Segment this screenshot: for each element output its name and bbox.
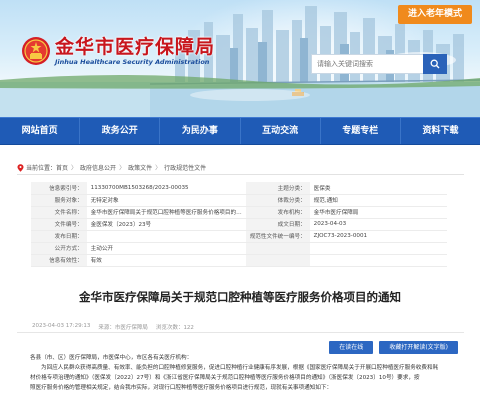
main-nav: 网站首页 政务公开 为民办事 互动交流 专题专栏 资料下载: [0, 117, 480, 145]
meta-value: 金医保发〔2023〕23号: [86, 218, 246, 231]
nav-interaction[interactable]: 互动交流: [241, 118, 321, 144]
document-metadata-table: 信息索引号： 11330700MB1503268/2023-00035 主题分类…: [31, 182, 447, 267]
breadcrumb-item-policy-docs[interactable]: 政策文件: [128, 163, 152, 172]
meta-label: 文件编号：: [31, 218, 87, 231]
body-paragraph: 为回应人民群众获得高质量、有效率、能负担的口腔种植修复服务，促进口腔种植行业健康…: [41, 365, 439, 371]
document-title: 金华市医疗保障局关于规范口腔种植等医疗服务价格项目的通知: [79, 290, 401, 304]
meta-value: [309, 254, 447, 267]
nav-government-affairs[interactable]: 政务公开: [80, 118, 161, 144]
site-logo[interactable]: 金华市医疗保障局 Jinhua Healthcare Security Admi…: [21, 36, 215, 66]
view-count: 浏览次数：122: [155, 325, 194, 331]
table-row: 服务对象： 无特定对象 体裁分类： 规范,通知: [31, 194, 447, 207]
meta-value: 2023-04-03: [309, 218, 447, 231]
page: 进入老年模式 金华市医疗保障局 Jinhua Healthcare Securi…: [0, 0, 480, 411]
breadcrumb: 当前位置： 首页 〉 政府信息公开 〉 政策文件 〉 行政规范性文件: [17, 163, 206, 172]
meta-value: [86, 230, 246, 243]
header-banner: 进入老年模式 金华市医疗保障局 Jinhua Healthcare Securi…: [0, 0, 480, 117]
meta-label: [245, 254, 310, 267]
site-subtitle: Jinhua Healthcare Security Administratio…: [55, 58, 210, 66]
meta-value: 有效: [86, 254, 246, 267]
meta-value: 医保类: [309, 182, 447, 195]
table-row: 文件名称： 金华市医疗保障局关于规范口腔种植等医疗服务价格项目的… 发布机构： …: [31, 206, 447, 219]
table-row: 文件编号： 金医保发〔2023〕23号 成文日期： 2023-04-03: [31, 218, 447, 231]
meta-value: [309, 242, 447, 255]
meta-value: 规范,通知: [309, 194, 447, 207]
search-input[interactable]: [312, 55, 412, 73]
body-paragraph: 材价格专项治理的通知》（医保发〔2022〕27号）和《浙江省医疗保障局关于规范口…: [30, 375, 420, 381]
body-paragraph: 照医疗服务价格的管理相关规定，结合我市实际，对现行口腔种植等医疗服务价格项目进行…: [30, 385, 333, 391]
meta-label: 发布日期：: [31, 230, 87, 243]
location-pin-icon: [17, 163, 24, 172]
nav-special-topics[interactable]: 专题专栏: [321, 118, 401, 144]
breadcrumb-item-normative-docs[interactable]: 行政规范性文件: [164, 163, 206, 172]
meta-label: 服务对象：: [31, 194, 87, 207]
meta-value: ZJOC73-2023-0001: [309, 230, 447, 243]
body-salutation: 各县（市、区）医疗保障局，市医保中心，市区各有关医疗机构：: [30, 355, 193, 361]
search-button[interactable]: [423, 54, 447, 74]
breadcrumb-prefix: 当前位置：: [26, 165, 57, 172]
search-icon: [430, 59, 440, 69]
site-title: 金华市医疗保障局: [55, 36, 216, 58]
meta-value: 主动公开: [86, 242, 246, 255]
elderly-mode-button[interactable]: 进入老年模式: [397, 5, 472, 24]
meta-label: 规范性文件统一编号：: [245, 230, 310, 243]
meta-label: 公开方式：: [31, 242, 87, 255]
breadcrumb-item-info-disclosure[interactable]: 政府信息公开: [80, 163, 116, 172]
nav-public-services[interactable]: 为民办事: [160, 118, 241, 144]
meta-value: 无特定对象: [86, 194, 246, 207]
meta-label: 成文日期：: [245, 218, 310, 231]
document-info: 2023-04-03 17:29:13 来源：市医疗保障局 浏览次数：122: [32, 323, 194, 331]
meta-label: 信息索引号：: [31, 182, 87, 195]
main-content: 当前位置： 首页 〉 政府信息公开 〉 政策文件 〉 行政规范性文件 信息索引号…: [0, 145, 480, 411]
meta-label: [245, 242, 310, 255]
document-body: 各县（市、区）医疗保障局，市医保中心，市区各有关医疗机构： 为回应人民群众获得高…: [30, 353, 460, 393]
document-source: 来源：市医疗保障局: [98, 325, 148, 331]
meta-value: 11330700MB1503268/2023-00035: [86, 182, 246, 195]
table-row: 公开方式： 主动公开: [31, 242, 447, 255]
national-emblem-icon: [22, 37, 50, 65]
breadcrumb-item-home[interactable]: 首页: [56, 163, 68, 172]
publish-date: 2023-04-03 17:29:13: [32, 323, 91, 329]
meta-label: 体裁分类：: [245, 194, 310, 207]
meta-label: 主题分类：: [245, 182, 310, 195]
meta-label: 发布机构：: [245, 206, 310, 219]
meta-value: 金华市医疗保障局: [309, 206, 447, 219]
search-box: [311, 54, 447, 74]
table-row: 信息有效性： 有效: [31, 254, 447, 267]
nav-downloads[interactable]: 资料下载: [401, 118, 480, 144]
table-row: 信息索引号： 11330700MB1503268/2023-00035 主题分类…: [31, 182, 447, 195]
nav-home[interactable]: 网站首页: [0, 118, 81, 144]
meta-value: 金华市医疗保障局关于规范口腔种植等医疗服务价格项目的…: [86, 206, 246, 219]
meta-label: 信息有效性：: [31, 254, 87, 267]
meta-label: 文件名称：: [31, 206, 87, 219]
table-row: 发布日期： 规范性文件统一编号： ZJOC73-2023-0001: [31, 230, 447, 243]
